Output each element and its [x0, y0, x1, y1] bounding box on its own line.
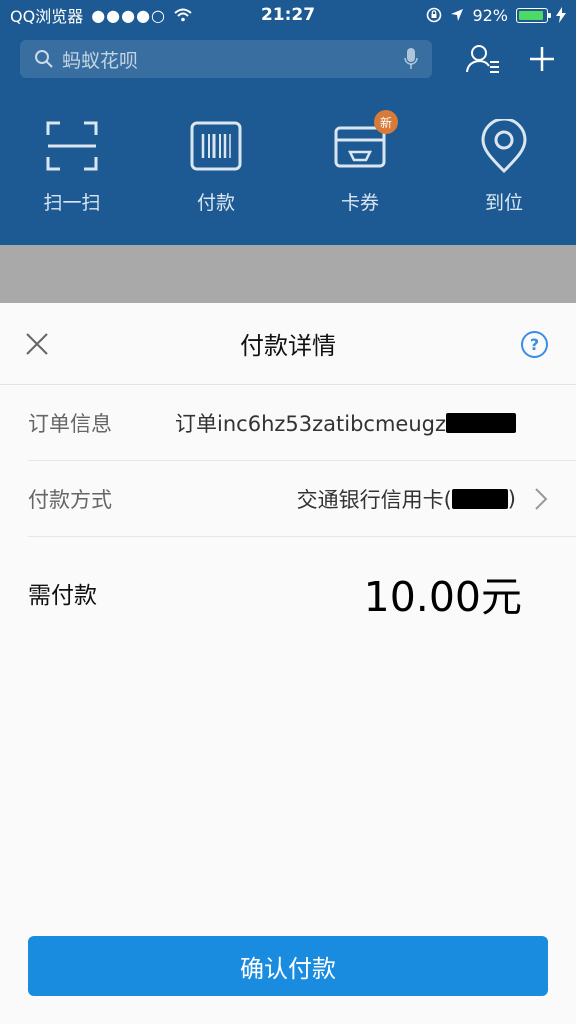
order-info-row: 订单信息 订单inc6hz53zatibcmeugz: [28, 385, 576, 461]
chevron-right-icon: [535, 488, 548, 510]
payment-method-close-paren: ): [507, 486, 516, 511]
quick-cards-label: 卡券: [340, 192, 379, 214]
amount-row: 需付款 10.00元: [28, 537, 576, 649]
scan-icon: [46, 121, 98, 171]
order-info-label: 订单信息: [28, 411, 112, 436]
amount-label: 需付款: [28, 583, 97, 609]
quick-actions: 扫一扫 付款 新 卡券 到位: [0, 110, 576, 215]
location-icon: [481, 119, 527, 173]
quick-pay[interactable]: 付款: [144, 118, 288, 215]
search-input[interactable]: 蚂蚁花呗: [20, 40, 432, 78]
payment-method-label: 付款方式: [28, 487, 112, 512]
quick-location[interactable]: 到位: [432, 118, 576, 215]
battery-icon: [516, 7, 551, 23]
payment-sheet: 付款详情 ? 订单信息 订单inc6hz53zatibcmeugz 付款方式 交…: [0, 303, 576, 1024]
sheet-header: 付款详情 ?: [0, 303, 576, 385]
payment-method-value: 交通银行信用卡(: [296, 487, 452, 512]
quick-scan-label: 扫一扫: [43, 192, 101, 214]
quick-pay-label: 付款: [196, 192, 235, 214]
contacts-icon[interactable]: [466, 44, 500, 74]
quick-cards[interactable]: 新 卡券: [288, 110, 432, 215]
redaction-mark: [446, 412, 516, 433]
alipay-header: QQ浏览器 ●●●●○ 21:27 92% 蚂蚁花呗 扫一扫 付款 新 卡券 到…: [0, 0, 576, 245]
quick-scan[interactable]: 扫一扫: [0, 118, 144, 215]
help-icon[interactable]: ?: [521, 331, 548, 358]
clock: 21:27: [260, 5, 316, 25]
confirm-payment-button[interactable]: 确认付款: [28, 936, 548, 996]
new-badge: 新: [374, 110, 398, 134]
microphone-icon[interactable]: [404, 48, 418, 70]
add-icon[interactable]: [528, 45, 556, 73]
payment-method-row[interactable]: 付款方式 交通银行信用卡( ): [28, 461, 576, 537]
search-icon: [35, 50, 53, 68]
amount-value: 10.00元: [363, 573, 522, 621]
redaction-mark: [451, 488, 508, 509]
sheet-title: 付款详情: [240, 332, 336, 360]
quick-location-label: 到位: [484, 192, 523, 214]
status-bar: QQ浏览器 ●●●●○ 21:27 92%: [0, 0, 576, 30]
order-info-value: 订单inc6hz53zatibcmeugz: [175, 411, 446, 436]
search-placeholder: 蚂蚁花呗: [62, 49, 139, 72]
barcode-icon: [190, 121, 242, 171]
close-icon[interactable]: [24, 331, 50, 357]
